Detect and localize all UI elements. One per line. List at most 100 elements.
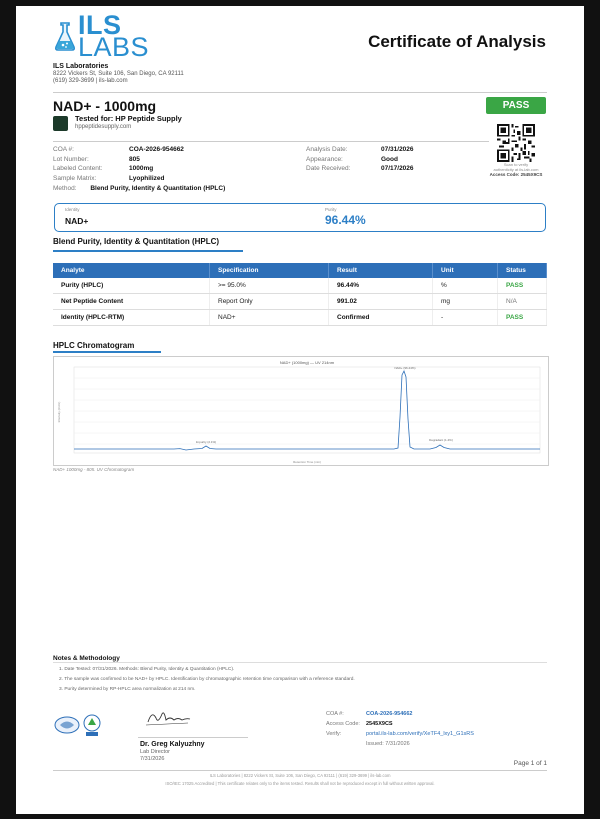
labeled-content: 1000mg: [129, 165, 154, 172]
x-axis-label: Retention Time (min): [293, 460, 321, 464]
signer-name: Dr. Greg Kalyuzhny: [140, 741, 205, 748]
cell-status: PASS: [497, 278, 547, 294]
verify-access-value: 2545X9CS: [366, 721, 393, 727]
method-line: Method: Blend Purity, Identity & Quantit…: [53, 185, 225, 192]
purity-value: 96.44%: [325, 213, 366, 227]
meta-right-labels: Analysis Date: Appearance: Date Received…: [306, 145, 350, 174]
sample-matrix: Lyophilized: [129, 174, 165, 182]
footer-line2: ISO/IEC 17025 Accredited | This certific…: [165, 781, 435, 786]
results-title-underline: [53, 250, 243, 252]
appearance: Good: [381, 155, 398, 163]
plot-area: [73, 366, 541, 454]
footer-line1: ILS Laboratories | 8222 Vickers St, Suit…: [209, 773, 391, 778]
verify-access-label: Access Code:: [326, 721, 360, 727]
result-summary-box: Identity NAD+ Purity 96.44%: [54, 203, 546, 232]
issued-date: Issued: 7/31/2026: [366, 741, 410, 747]
pass-badge: PASS: [486, 97, 546, 114]
results-header-row: Analyte Specification Result Unit Status: [53, 263, 547, 278]
signature-line: [138, 737, 248, 738]
chromatogram-caption: NAD+ 1000mg - 805. UV Chromatogram: [53, 467, 135, 472]
method-value: Blend Purity, Identity & Quantitation (H…: [90, 185, 226, 192]
note-item: 2. The sample was confirmed to be NAD+ b…: [59, 677, 355, 682]
meta-label: Sample Matrix:: [53, 174, 97, 182]
cell-spec: Report Only: [209, 293, 329, 310]
document-title: Certificate of Analysis: [368, 32, 546, 51]
meta-label: Lot Number:: [53, 155, 89, 163]
cell-result: Confirmed: [328, 309, 433, 326]
logo-line2: LABS: [78, 32, 150, 62]
coa-number: COA-2026-954662: [129, 146, 184, 153]
peak-minor-label: Impurity (2.1%): [196, 440, 216, 444]
footer-divider: [53, 770, 547, 771]
cell-unit: -: [432, 309, 498, 326]
cell-result: 96.44%: [328, 278, 433, 294]
cell-spec: NAD+: [209, 309, 329, 326]
col-analyte: Analyte: [53, 263, 210, 278]
analysis-date: 07/31/2026: [381, 146, 414, 153]
table-row: Identity (HPLC-RTM) NAD+ Confirmed - PAS…: [53, 309, 547, 326]
flask-icon: [54, 22, 76, 51]
results-section-title: Blend Purity, Identity & Quantitation (H…: [53, 237, 220, 246]
tested-for: Tested for: HP Peptide Supply hppeptides…: [75, 114, 182, 132]
qr-access-code: Access Code: 2545X9CS: [489, 172, 543, 177]
table-row: Purity (HPLC) >= 95.0% 96.44% % PASS: [53, 278, 547, 294]
col-status: Status: [497, 263, 547, 278]
peak-main-label: NAD+ (96.44%): [394, 366, 415, 370]
director-signature-icon: [145, 712, 191, 726]
note-item: 1. Date Tested: 07/31/2026. Methods: Ble…: [59, 667, 235, 672]
meta-left-labels: COA #: Lot Number: Labeled Content: Samp…: [53, 145, 103, 183]
company-name: ILS Laboratories: [53, 63, 109, 70]
col-unit: Unit: [432, 263, 498, 278]
plot-title: NAD+ (1000mg) — UV 214nm: [280, 360, 335, 365]
verify-coa-label: COA #:: [326, 711, 344, 717]
notes-list: 1. Date Tested: 07/31/2026. Methods: Ble…: [53, 662, 547, 695]
cell-status: N/A: [497, 293, 547, 310]
col-result: Result: [328, 263, 433, 278]
verify-link[interactable]: portal.ils-lab.com/verify/XeTF4_lxy1_G1s…: [366, 731, 474, 737]
purity-label: Purity: [325, 207, 337, 212]
page-number: Page 1 of 1: [513, 760, 547, 767]
signer-role: Lab Director: [140, 748, 170, 755]
cell-result: 991.02: [328, 293, 433, 310]
cell-status: PASS: [497, 309, 547, 326]
signer-block: Dr. Greg Kalyuzhny Lab Director 7/31/202…: [140, 741, 205, 764]
meta-label: Date Received:: [306, 165, 351, 172]
signer-date: 7/31/2026: [140, 756, 165, 762]
coa-page: ILS LABS Certificate of Analysis ILS Lab…: [16, 6, 584, 814]
cell-analyte: Identity (HPLC-RTM): [53, 309, 210, 326]
meta-label: Analysis Date:: [306, 146, 348, 153]
date-received: 07/17/2026: [381, 165, 414, 172]
verify-link-label: Verify:: [326, 731, 342, 737]
ils-labs-logo: ILS LABS: [54, 12, 150, 62]
chromatogram-section-title: HPLC Chromatogram: [53, 341, 135, 350]
col-specification: Specification: [209, 263, 329, 278]
accreditation-seals: [54, 714, 101, 736]
lot-number: 805: [129, 155, 140, 163]
company-contact: (619) 329-3699 | ils-lab.com: [53, 78, 128, 84]
note-item: 3. Purity determined by RP-HPLC area nor…: [59, 687, 196, 692]
identity-value: NAD+: [65, 216, 89, 226]
y-axis-label: Intensity (mAU): [57, 402, 61, 423]
meta-left-values: COA-2026-954662 805 1000mg Lyophilized: [129, 145, 184, 183]
chromatogram-frame: NAD+ (1000mg) — UV 214nm Retention Time …: [53, 356, 549, 466]
company-block: ILS Laboratories 8222 Vickers St, Suite …: [53, 63, 184, 86]
meta-label: COA #:: [53, 146, 74, 153]
header-divider: [53, 92, 547, 93]
qr-code-icon[interactable]: [497, 124, 535, 162]
meta-divider: [53, 141, 489, 142]
identity-label: Identity: [65, 207, 80, 212]
meta-label: Labeled Content:: [53, 165, 103, 172]
company-address: 8222 Vickers St, Suite 106, San Diego, C…: [53, 70, 184, 77]
product-thumbnail: [53, 116, 68, 131]
product-name: NAD+ - 1000mg: [53, 98, 157, 114]
notes-title: Notes & Methodology: [53, 655, 120, 662]
client-website: hppeptidesupply.com: [75, 124, 132, 130]
peak-late-label: Degradant (1.4%): [429, 438, 453, 442]
verify-coa-value: COA-2026-954662: [366, 711, 413, 717]
verification-block: COA #: COA-2026-954662 Access Code: 2545X9…: [326, 709, 474, 749]
cell-unit: mg: [432, 293, 498, 310]
method-label: Method:: [53, 185, 77, 192]
cell-spec: >= 95.0%: [209, 278, 329, 294]
cell-analyte: Net Peptide Content: [53, 293, 210, 310]
cell-analyte: Purity (HPLC): [53, 278, 210, 294]
